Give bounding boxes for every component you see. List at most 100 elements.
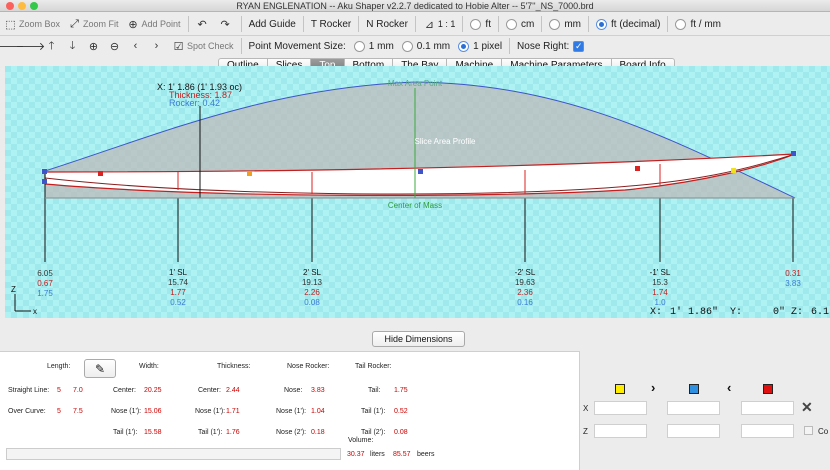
edit-length-button[interactable]: ✎ — [84, 359, 116, 378]
z-field-1[interactable] — [594, 424, 647, 438]
control-point-blue-icon[interactable] — [689, 384, 699, 394]
axis-z-label: Z — [11, 285, 16, 294]
tail-rocker-label: Tail Rocker: — [355, 363, 392, 370]
x-field-label: X — [583, 404, 589, 413]
t-rocker-button[interactable]: T Rocker — [307, 15, 355, 33]
station-thickness-value: 2.26 — [304, 288, 320, 297]
add-guide-button[interactable]: Add Guide — [245, 15, 300, 33]
station-thickness-value: 1.77 — [170, 288, 186, 297]
x-field-2[interactable] — [667, 401, 720, 415]
tail2-label: Tail (2'): — [361, 429, 386, 436]
board-canvas-svg[interactable]: X: 1' 1.86 (1' 1.93 oc) Thickness: 1.87 … — [5, 66, 830, 318]
chevron-right-icon[interactable]: › — [651, 380, 655, 395]
continuous-checkbox[interactable] — [804, 426, 813, 435]
checkmark-icon: ✓ — [573, 40, 585, 52]
control-point[interactable] — [247, 171, 252, 176]
zoom-box-button[interactable]: ⬚ Zoom Box — [0, 15, 64, 33]
control-point[interactable] — [418, 169, 423, 174]
station-width-value: 19.63 — [515, 278, 536, 287]
zoom-fit-button[interactable]: ⤢ Zoom Fit — [64, 15, 123, 33]
chevron-left-icon[interactable]: ‹ — [727, 380, 731, 395]
control-point[interactable] — [635, 166, 640, 171]
straight-line-ft: 5 — [57, 387, 61, 394]
control-point[interactable] — [791, 151, 796, 156]
beers-value: 85.57 — [393, 451, 411, 458]
over-curve-in: 7.5 — [73, 408, 83, 415]
spot-check-button[interactable]: ☑ Spot Check — [168, 37, 238, 55]
toolbar-divider — [302, 16, 304, 32]
board-canvas[interactable]: X: 1' 1.86 (1' 1.93 oc) Thickness: 1.87 … — [5, 66, 830, 318]
unit-ft-mm-label: ft / mm — [690, 18, 722, 30]
pm-1pixel-radio[interactable]: 1 pixel — [454, 37, 506, 55]
control-point[interactable] — [42, 179, 47, 184]
toolbar-divider — [240, 38, 242, 54]
unit-cm-radio[interactable]: cm — [502, 15, 538, 33]
unit-ft-radio[interactable]: ft — [466, 15, 495, 33]
width-center-value: 20.25 — [144, 387, 162, 394]
unit-mm-radio[interactable]: mm — [545, 15, 585, 33]
hide-dimensions-button[interactable]: Hide Dimensions — [372, 331, 465, 347]
prev-button[interactable]: ‹ — [126, 37, 147, 55]
control-point-yellow-icon[interactable] — [615, 384, 625, 394]
station-width-value: 15.3 — [652, 278, 668, 287]
control-point[interactable] — [98, 171, 103, 176]
tail1-label: Tail (1'): — [361, 408, 386, 415]
spot-check-label: Spot Check — [187, 41, 234, 51]
axis-x-label: x — [33, 307, 37, 316]
station-label: -2' SL — [515, 268, 536, 277]
x-field-1[interactable] — [594, 401, 647, 415]
arrow-right-button[interactable]: 🡒 — [16, 37, 46, 55]
beers-label: beers — [417, 451, 435, 458]
cursor-rocker-readout: Rocker: 0.42 — [169, 98, 220, 108]
undo-button[interactable]: ↶ — [192, 15, 215, 33]
next-button[interactable]: › — [147, 37, 168, 55]
minimize-window-icon[interactable] — [18, 2, 26, 10]
close-window-icon[interactable] — [6, 2, 14, 10]
zoom-fit-icon: ⤢ — [70, 17, 79, 30]
unit-ft-decimal-radio[interactable]: ft (decimal) — [592, 15, 664, 33]
liters-label: liters — [370, 451, 385, 458]
control-point-red-icon[interactable] — [763, 384, 773, 394]
unit-ft-mm-radio[interactable]: ft / mm — [671, 15, 725, 33]
width-nose-value: 15.06 — [144, 408, 162, 415]
nose-rocker-label: Nose Rocker: — [287, 363, 330, 370]
n-rocker-button[interactable]: N Rocker — [362, 15, 412, 33]
coord-x-value: 1' 1.86" — [670, 306, 718, 318]
pencil-icon: ✎ — [94, 361, 106, 376]
pm-01mm-label: 0.1 mm — [416, 40, 451, 52]
nose-right-label: Nose Right: — [517, 40, 570, 52]
arrow-down-button[interactable]: 🡓 — [63, 37, 84, 55]
tail2-value: 0.08 — [394, 429, 408, 436]
thick-center-value: 2.44 — [226, 387, 240, 394]
zoom-in-button[interactable]: ⊕ — [84, 37, 105, 55]
zoom-window-icon[interactable] — [30, 2, 38, 10]
scale-button[interactable]: ⊿ 1 : 1 — [419, 15, 460, 33]
z-field-2[interactable] — [667, 424, 720, 438]
arrow-up-button[interactable]: 🡑 — [42, 37, 63, 55]
station-width-value: 6.05 — [37, 269, 53, 278]
scale-icon: ⊿ — [424, 18, 435, 31]
control-point[interactable] — [731, 168, 736, 173]
thick-nose-label: Nose (1'): — [195, 408, 226, 415]
toolbar-divider — [509, 38, 511, 54]
close-icon[interactable]: ✕ — [801, 399, 813, 416]
x-field-3[interactable] — [741, 401, 794, 415]
liters-value: 30.37 — [347, 451, 365, 458]
coord-y-value: 0" — [773, 306, 785, 318]
station-thickness-value: 1.74 — [652, 288, 668, 297]
window-titlebar: RYAN ENGLENATION -- Aku Shaper v2.2.7 de… — [0, 0, 830, 12]
zoom-out-button[interactable]: ⊖ — [105, 37, 126, 55]
pm-1mm-radio[interactable]: 1 mm — [350, 37, 398, 55]
width-label: Width: — [139, 363, 159, 370]
arrow-down-icon: 🡓 — [69, 39, 76, 52]
nose-right-toggle[interactable]: Nose Right: ✓ — [513, 37, 588, 55]
thick-center-label: Center: — [198, 387, 221, 394]
zoom-fit-label: Zoom Fit — [83, 19, 119, 29]
add-point-button[interactable]: ⊕ Add Point — [123, 15, 185, 33]
control-point[interactable] — [42, 169, 47, 174]
arrow-left-icon: 🡐 — [0, 41, 25, 53]
pm-01mm-radio[interactable]: 0.1 mm — [398, 37, 454, 55]
redo-button[interactable]: ↷ — [215, 15, 238, 33]
width-nose-label: Nose (1'): — [111, 408, 142, 415]
z-field-3[interactable] — [741, 424, 794, 438]
